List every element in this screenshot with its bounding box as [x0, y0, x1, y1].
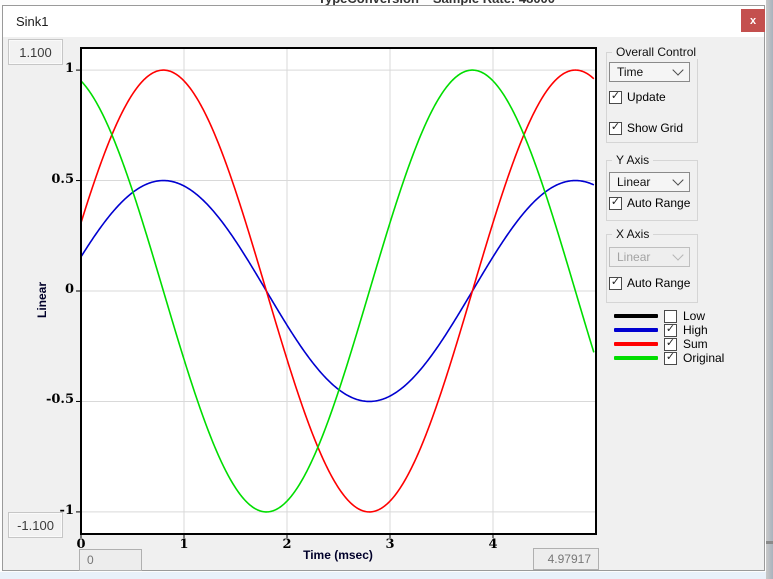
legend-line-swatch	[614, 356, 658, 360]
legend-label-sum: Sum	[683, 337, 708, 351]
background-right-strip	[766, 0, 773, 579]
legend-checkbox-high[interactable]: ✓	[664, 324, 677, 337]
legend-item-low: Low	[614, 309, 769, 323]
check-icon: ✓	[666, 352, 675, 363]
show-grid-checkbox-row[interactable]: ✓ Show Grid	[609, 121, 683, 135]
legend-label-low: Low	[683, 309, 705, 323]
x-auto-range-row[interactable]: ✓ Auto Range	[609, 276, 690, 290]
check-icon: ✓	[666, 338, 675, 349]
y-tick-label: -0.5	[46, 392, 74, 407]
show-grid-checkbox-label: Show Grid	[627, 121, 683, 135]
x-min-field: 0	[79, 549, 142, 571]
legend-label-high: High	[683, 323, 708, 337]
legend-checkbox-low[interactable]	[664, 310, 677, 323]
check-icon: ✓	[611, 277, 620, 288]
show-grid-checkbox[interactable]: ✓	[609, 122, 622, 135]
check-icon: ✓	[611, 197, 620, 208]
background-bottom-strip	[0, 572, 773, 579]
legend-item-original: ✓ Original	[614, 351, 769, 365]
y-axis-title: Linear	[35, 282, 49, 318]
check-icon: ✓	[611, 122, 620, 133]
x-tick-label: 4	[478, 537, 508, 552]
x-min-value: 0	[87, 553, 94, 567]
x-axis-scale-dropdown: Linear	[609, 247, 690, 267]
background-right-line	[766, 541, 773, 544]
x-auto-range-label: Auto Range	[627, 276, 690, 290]
chevron-down-icon	[672, 249, 683, 260]
y-axis-scale-value: Linear	[617, 175, 650, 189]
y-tick-label: -1	[60, 503, 74, 518]
chevron-down-icon	[672, 64, 683, 75]
x-axis-group-label: X Axis	[612, 227, 653, 241]
update-checkbox[interactable]: ✓	[609, 91, 622, 104]
overall-control-dropdown[interactable]: Time	[609, 62, 690, 82]
x-axis-group: X Axis	[606, 234, 698, 303]
legend-line-swatch	[614, 342, 658, 346]
legend-item-sum: ✓ Sum	[614, 337, 769, 351]
legend-checkbox-original[interactable]: ✓	[664, 352, 677, 365]
y-auto-range-label: Auto Range	[627, 196, 690, 210]
y-auto-range-checkbox[interactable]: ✓	[609, 197, 622, 210]
close-icon: x	[750, 15, 756, 27]
y-tick-label: 1	[65, 61, 74, 76]
x-tick-label: 0	[66, 537, 96, 552]
legend-item-high: ✓ High	[614, 323, 769, 337]
legend-line-swatch	[614, 328, 658, 332]
update-checkbox-row[interactable]: ✓ Update	[609, 90, 666, 104]
update-checkbox-label: Update	[627, 90, 666, 104]
check-icon: ✓	[666, 324, 675, 335]
x-max-value: 4.97917	[548, 552, 591, 566]
overall-control-dropdown-value: Time	[617, 65, 643, 79]
legend-label-original: Original	[683, 351, 724, 365]
screen: TypeConversionSample Rate: 48000 Sink1 x…	[0, 0, 773, 579]
close-button[interactable]: x	[741, 9, 765, 32]
plot-canvas[interactable]	[75, 44, 600, 538]
legend-line-swatch	[614, 314, 658, 318]
y-tick-label: 0.5	[51, 172, 74, 187]
chevron-down-icon	[672, 174, 683, 185]
check-icon: ✓	[611, 91, 620, 102]
x-max-field: 4.97917	[533, 548, 599, 570]
y-axis-scale-dropdown[interactable]: Linear	[609, 172, 690, 192]
legend-checkbox-sum[interactable]: ✓	[664, 338, 677, 351]
y-tick-label: 0	[65, 282, 74, 297]
y-auto-range-row[interactable]: ✓ Auto Range	[609, 196, 690, 210]
titlebar	[3, 6, 764, 37]
x-tick-label: 1	[169, 537, 199, 552]
x-axis-scale-value: Linear	[617, 250, 650, 264]
overall-control-group-label: Overall Control	[612, 45, 700, 59]
x-axis-title: Time (msec)	[238, 548, 438, 562]
x-auto-range-checkbox[interactable]: ✓	[609, 277, 622, 290]
y-axis-group-label: Y Axis	[612, 153, 653, 167]
